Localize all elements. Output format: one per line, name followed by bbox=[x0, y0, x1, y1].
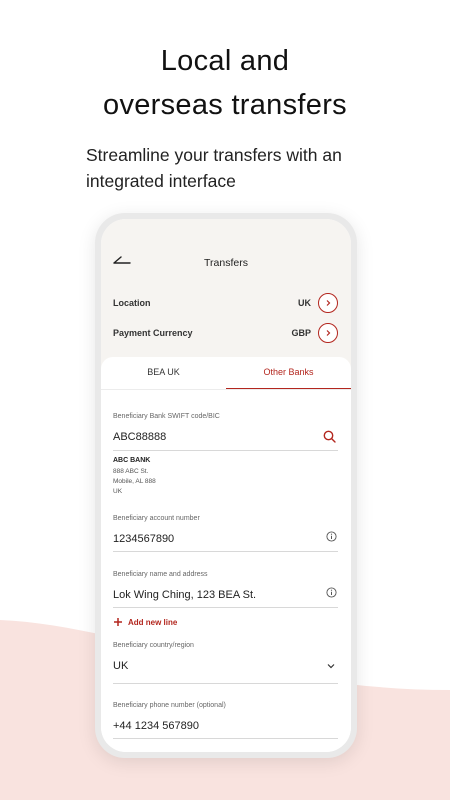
swift-input[interactable]: ABC88888 bbox=[113, 431, 166, 443]
location-select-button[interactable] bbox=[318, 293, 338, 313]
page-title: Transfers bbox=[204, 257, 248, 269]
header-area: Transfers Location UK Payment Currency G… bbox=[101, 219, 351, 379]
phone-label: Beneficiary phone number (optional) bbox=[113, 702, 226, 709]
info-icon[interactable] bbox=[326, 587, 337, 598]
chevron-down-icon[interactable] bbox=[326, 662, 336, 670]
location-label: Location bbox=[113, 298, 151, 308]
account-number-label: Beneficiary account number bbox=[113, 515, 200, 522]
swift-label: Beneficiary Bank SWIFT code/BIC bbox=[113, 413, 220, 420]
info-icon[interactable] bbox=[326, 531, 337, 542]
swift-underline bbox=[113, 450, 338, 451]
plus-icon bbox=[114, 618, 122, 626]
tab-other-banks[interactable]: Other Banks bbox=[226, 357, 351, 390]
bank-address-line: UK bbox=[113, 488, 123, 495]
bank-name: ABC BANK bbox=[113, 457, 151, 464]
name-address-label: Beneficiary name and address bbox=[113, 571, 208, 578]
promo-subtitle-line2: integrated interface bbox=[86, 171, 236, 191]
tab-bea-uk[interactable]: BEA UK bbox=[101, 357, 226, 390]
add-new-line-button[interactable]: Add new line bbox=[113, 617, 177, 627]
account-number-underline bbox=[113, 551, 338, 552]
location-value: UK bbox=[298, 298, 311, 308]
transfer-form-card: BEA UK Other Banks Beneficiary Bank SWIF… bbox=[101, 357, 351, 752]
phone-underline bbox=[113, 738, 338, 739]
search-icon[interactable] bbox=[323, 430, 336, 443]
chevron-right-icon bbox=[326, 330, 331, 336]
country-select[interactable]: UK bbox=[113, 660, 128, 672]
account-number-input[interactable]: 1234567890 bbox=[113, 533, 174, 545]
bank-address-line: 888 ABC St. bbox=[113, 468, 149, 475]
country-underline bbox=[113, 683, 338, 684]
country-label: Beneficiary country/region bbox=[113, 642, 194, 649]
tab-divider bbox=[101, 389, 351, 390]
bank-address-line: Mobile, AL 888 bbox=[113, 478, 156, 485]
promo-subtitle-line1: Streamline your transfers with an bbox=[86, 145, 342, 165]
name-address-underline bbox=[113, 607, 338, 608]
promo-title-line2: overseas transfers bbox=[103, 89, 347, 121]
chevron-right-icon bbox=[326, 300, 331, 306]
add-new-line-label: Add new line bbox=[128, 617, 178, 627]
phone-screen: Transfers Location UK Payment Currency G… bbox=[101, 219, 351, 752]
currency-value: GBP bbox=[291, 328, 311, 338]
promo-title-line1: Local and bbox=[160, 45, 290, 77]
name-address-input[interactable]: Lok Wing Ching, 123 BEA St. bbox=[113, 589, 256, 601]
currency-select-button[interactable] bbox=[318, 323, 338, 343]
phone-input[interactable]: +44 1234 567890 bbox=[113, 720, 199, 732]
currency-label: Payment Currency bbox=[113, 328, 193, 338]
